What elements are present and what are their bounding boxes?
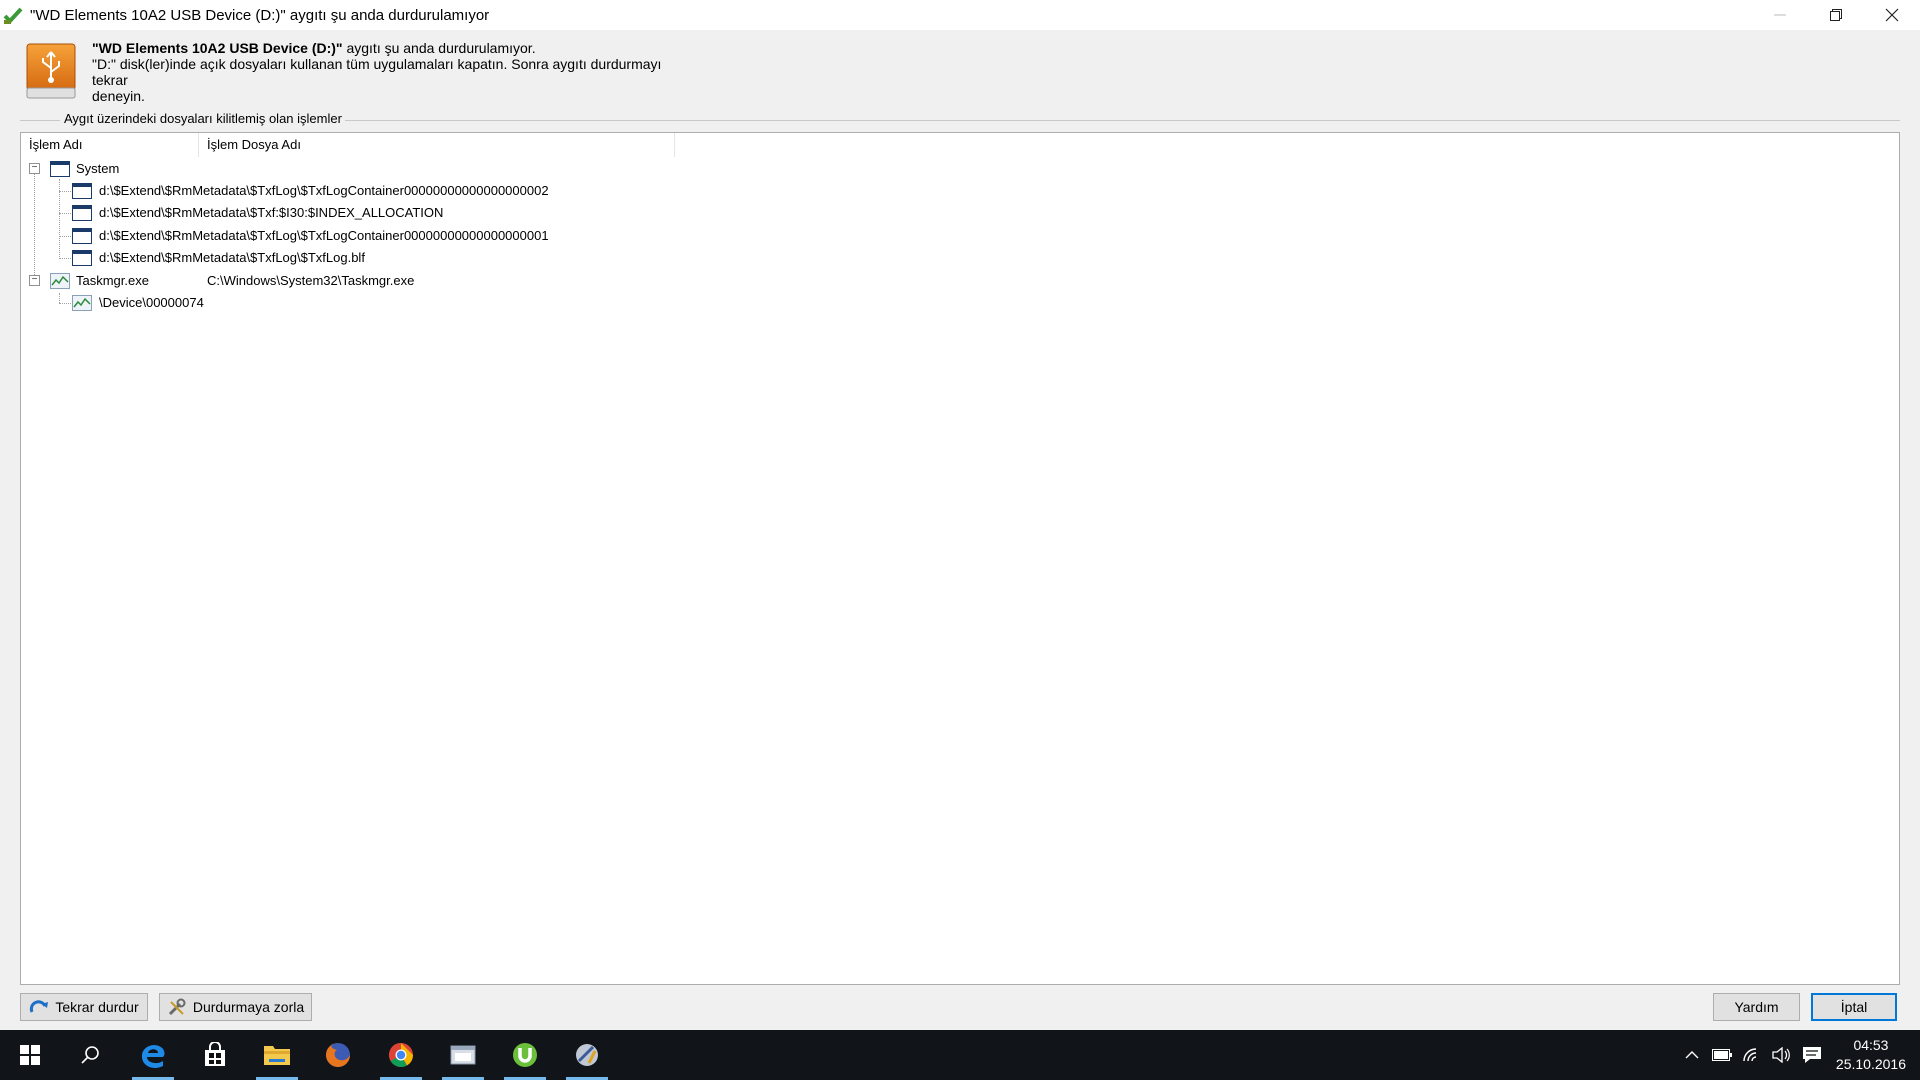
taskbar-chrome[interactable] — [376, 1030, 426, 1080]
process-name: System — [76, 161, 120, 176]
eject-tool-icon — [576, 1044, 598, 1066]
task-manager-icon — [72, 295, 92, 311]
help-label: Yardım — [1734, 999, 1779, 1015]
store-icon — [205, 1042, 225, 1066]
start-button[interactable] — [5, 1030, 55, 1080]
process-file-path: C:\Windows\System32\Taskmgr.exe — [207, 273, 415, 288]
locked-file-path: d:\$Extend\$RmMetadata\$TxfLog\$TxfLogCo… — [99, 228, 549, 243]
task-manager-icon — [50, 273, 70, 289]
group-label: Aygıt üzerindeki dosyaları kilitlemiş ol… — [62, 111, 344, 126]
dialog-header: "WD Elements 10A2 USB Device (D:)" aygıt… — [0, 30, 1920, 120]
cancel-button[interactable]: İptal — [1811, 993, 1897, 1021]
taskbar-clock[interactable]: 04:53 25.10.2016 — [1836, 1036, 1906, 1074]
battery-button[interactable] — [1710, 1030, 1734, 1080]
usb-drive-icon — [25, 42, 77, 100]
list-item[interactable]: d:\$Extend\$RmMetadata\$TxfLog\$TxfLogCo… — [21, 180, 721, 202]
group-frame-line — [345, 120, 1900, 121]
list-item[interactable]: d:\$Extend\$RmMetadata\$TxfLog\$TxfLogCo… — [21, 225, 721, 247]
app-window-icon — [450, 1045, 476, 1065]
network-button[interactable] — [1740, 1030, 1764, 1080]
collapse-toggle[interactable]: − — [29, 163, 40, 174]
locked-file-path: d:\$Extend\$RmMetadata\$TxfLog\$TxfLogCo… — [99, 183, 549, 198]
list-item[interactable]: \Device\00000074 — [21, 292, 721, 314]
minimize-icon — [1774, 14, 1786, 16]
window-icon — [72, 183, 92, 199]
group-frame-line — [20, 120, 60, 121]
message-line2: "D:" disk(ler)inde açık dosyaları kullan… — [92, 56, 662, 88]
process-name: Taskmgr.exe — [76, 273, 149, 288]
eject-check-icon — [2, 4, 24, 26]
column-header-process-name[interactable]: İşlem Adı — [21, 133, 199, 157]
utorrent-icon — [513, 1043, 537, 1067]
search-button[interactable] — [65, 1030, 115, 1080]
wifi-icon — [1743, 1048, 1757, 1062]
firefox-icon — [326, 1043, 350, 1067]
message-line1: aygıtı şu anda durdurulamıyor. — [342, 40, 536, 56]
minimize-button[interactable] — [1752, 0, 1808, 30]
notification-icon — [1803, 1047, 1821, 1063]
restore-button[interactable] — [1808, 0, 1864, 30]
locking-processes-list[interactable]: İşlem Adı İşlem Dosya Adı − System d:\$E… — [20, 132, 1900, 985]
edge-icon — [141, 1045, 165, 1068]
restore-icon — [1830, 9, 1842, 21]
show-hidden-icons-button[interactable] — [1680, 1030, 1704, 1080]
clock-date: 25.10.2016 — [1835, 1056, 1906, 1072]
retry-icon — [30, 1000, 49, 1013]
cancel-label: İptal — [1840, 999, 1868, 1015]
taskbar-file-explorer[interactable] — [252, 1030, 302, 1080]
force-stop-button[interactable]: Durdurmaya zorla — [159, 993, 312, 1021]
taskbar-firefox[interactable] — [313, 1030, 363, 1080]
tree-node-taskmgr[interactable]: − Taskmgr.exe C:\Windows\System32\Taskmg… — [21, 270, 721, 292]
retry-stop-label: Tekrar durdur — [55, 999, 139, 1015]
taskbar-eject-app[interactable] — [562, 1030, 612, 1080]
taskbar-edge[interactable] — [128, 1030, 178, 1080]
chevron-up-icon — [1685, 1051, 1699, 1059]
search-icon — [81, 1046, 99, 1064]
clock-time: 04:53 — [1853, 1037, 1889, 1053]
battery-icon — [1712, 1049, 1732, 1061]
action-center-button[interactable] — [1799, 1030, 1825, 1080]
chrome-icon — [388, 1043, 413, 1068]
volume-button[interactable] — [1769, 1030, 1793, 1080]
close-button[interactable] — [1864, 0, 1920, 30]
window-icon — [72, 228, 92, 244]
locked-file-path: \Device\00000074 — [99, 295, 204, 310]
list-item[interactable]: d:\$Extend\$RmMetadata\$Txf:$I30:$INDEX_… — [21, 202, 721, 224]
locked-file-path: d:\$Extend\$RmMetadata\$Txf:$I30:$INDEX_… — [99, 205, 444, 220]
window-controls — [1752, 0, 1920, 30]
column-headers: İşlem Adı İşlem Dosya Adı — [21, 133, 1899, 157]
tools-icon — [168, 998, 186, 1016]
speaker-icon — [1772, 1047, 1790, 1063]
locked-file-path: d:\$Extend\$RmMetadata\$TxfLog\$TxfLog.b… — [99, 250, 365, 265]
device-name: "WD Elements 10A2 USB Device (D:)" — [92, 40, 343, 56]
window-icon — [72, 205, 92, 221]
close-icon — [1885, 8, 1899, 22]
folder-icon — [264, 1046, 290, 1065]
retry-stop-button[interactable]: Tekrar durdur — [20, 993, 148, 1021]
dialog-message: "WD Elements 10A2 USB Device (D:)" aygıt… — [92, 40, 692, 104]
list-item[interactable]: d:\$Extend\$RmMetadata\$TxfLog\$TxfLog.b… — [21, 247, 721, 269]
column-header-process-file[interactable]: İşlem Dosya Adı — [199, 133, 675, 157]
help-button[interactable]: Yardım — [1713, 993, 1800, 1021]
taskbar-store[interactable] — [190, 1030, 240, 1080]
window-title: "WD Elements 10A2 USB Device (D:)" aygıt… — [30, 6, 490, 24]
window-icon — [72, 250, 92, 266]
window-icon — [50, 161, 70, 177]
title-bar: "WD Elements 10A2 USB Device (D:)" aygıt… — [0, 0, 1920, 30]
force-stop-label: Durdurmaya zorla — [192, 999, 305, 1015]
message-line3: deneyin. — [92, 88, 145, 104]
collapse-toggle[interactable]: − — [29, 275, 40, 286]
taskbar: 04:53 25.10.2016 — [0, 1030, 1920, 1080]
taskbar-app-window[interactable] — [438, 1030, 488, 1080]
taskbar-utorrent[interactable] — [500, 1030, 550, 1080]
tree-node-system[interactable]: − System — [21, 158, 621, 180]
windows-logo-icon — [20, 1045, 40, 1065]
